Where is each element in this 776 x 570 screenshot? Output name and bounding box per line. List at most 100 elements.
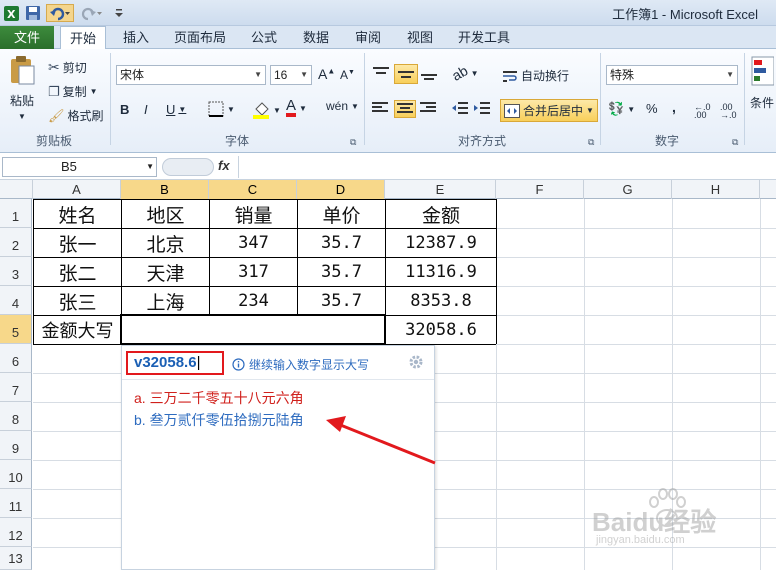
format-painter-button[interactable]: 🖌 格式刷 — [48, 107, 104, 124]
alignment-dialog-launcher[interactable]: ⧉ — [588, 137, 594, 148]
font-name-select[interactable]: 宋体 ▼ — [116, 65, 266, 85]
align-right-button[interactable] — [420, 101, 436, 115]
cell-c2[interactable]: 347 — [210, 229, 297, 257]
phonetic-button[interactable]: wén ▼ — [326, 99, 359, 113]
column-header-i[interactable] — [760, 180, 776, 199]
cell-e3[interactable]: 11316.9 — [386, 258, 496, 286]
conditional-format-button[interactable]: 条件 — [750, 55, 774, 111]
cell-c4[interactable]: 234 — [210, 287, 297, 315]
tab-review[interactable]: 审阅 — [348, 26, 388, 49]
align-bottom-button[interactable] — [420, 65, 438, 81]
row-header-13[interactable]: 13 — [0, 547, 32, 570]
cell-b3[interactable]: 天津 — [122, 258, 209, 286]
cell-e4[interactable]: 8353.8 — [386, 287, 496, 315]
column-header-c[interactable]: C — [209, 180, 297, 199]
bold-button[interactable]: B — [120, 102, 129, 117]
tab-insert[interactable]: 插入 — [116, 26, 156, 49]
percent-button[interactable]: % — [646, 101, 658, 116]
align-middle-button[interactable] — [394, 64, 418, 84]
column-header-f[interactable]: F — [496, 180, 584, 199]
shrink-font-button[interactable]: A▼ — [340, 68, 355, 82]
cell-a3[interactable]: 张二 — [34, 258, 121, 286]
grow-font-button[interactable]: A▲ — [318, 66, 335, 82]
row-header-8[interactable]: 8 — [0, 402, 32, 431]
tab-data[interactable]: 数据 — [296, 26, 336, 49]
cell-e5[interactable]: 32058.6 — [386, 316, 496, 344]
customize-toolbar-icon[interactable] — [110, 4, 128, 22]
fill-color-button[interactable]: ▼ — [252, 101, 281, 119]
cell-b4[interactable]: 上海 — [122, 287, 209, 315]
cell-d4[interactable]: 35.7 — [298, 287, 385, 315]
column-header-b[interactable]: B — [121, 180, 209, 199]
save-icon[interactable] — [24, 4, 42, 22]
cell-c3[interactable]: 317 — [210, 258, 297, 286]
tab-home[interactable]: 开始 — [60, 26, 106, 50]
tab-page-layout[interactable]: 页面布局 — [166, 26, 234, 49]
row-header-12[interactable]: 12 — [0, 518, 32, 547]
row-header-6[interactable]: 6 — [0, 344, 32, 373]
accounting-format-button[interactable]: 💱 ▼ — [608, 101, 635, 117]
cell-b2[interactable]: 北京 — [122, 229, 209, 257]
increase-decimal-button[interactable]: ←.0.00 — [694, 103, 711, 120]
column-header-d[interactable]: D — [297, 180, 385, 199]
tab-developer[interactable]: 开发工具 — [452, 26, 516, 49]
cut-button[interactable]: ✂ 剪切 — [48, 59, 87, 76]
cell-d1[interactable]: 单价 — [298, 200, 385, 228]
align-center-button[interactable] — [394, 100, 416, 118]
row-header-5[interactable]: 5 — [0, 315, 32, 344]
row-header-2[interactable]: 2 — [0, 228, 32, 257]
font-size-select[interactable]: 16 ▼ — [270, 65, 312, 85]
formula-input[interactable] — [238, 156, 776, 178]
row-header-7[interactable]: 7 — [0, 373, 32, 402]
formula-bar-splitter[interactable] — [162, 158, 214, 176]
undo-icon[interactable] — [46, 4, 74, 22]
merge-center-button[interactable]: 合并后居中 ▼ — [500, 99, 598, 122]
cell-a2[interactable]: 张一 — [34, 229, 121, 257]
row-header-4[interactable]: 4 — [0, 286, 32, 315]
row-header-1[interactable]: 1 — [0, 199, 32, 228]
wrap-text-button[interactable]: 自动换行 — [502, 67, 569, 84]
cell-a1[interactable]: 姓名 — [34, 200, 121, 228]
increase-indent-button[interactable] — [474, 101, 490, 115]
row-header-11[interactable]: 11 — [0, 489, 32, 518]
column-header-a[interactable]: A — [33, 180, 121, 199]
ime-candidate-b[interactable]: b. 叁万贰仟零伍拾捌元陆角 — [134, 410, 304, 430]
cell-e2[interactable]: 12387.9 — [386, 229, 496, 257]
column-header-h[interactable]: H — [672, 180, 760, 199]
insert-function-icon[interactable]: fx — [218, 158, 230, 173]
font-color-button[interactable]: A ▼ — [286, 98, 307, 117]
font-dialog-launcher[interactable]: ⧉ — [350, 137, 356, 148]
decrease-indent-button[interactable] — [452, 101, 468, 115]
italic-button[interactable]: I — [144, 102, 148, 117]
number-dialog-launcher[interactable]: ⧉ — [732, 137, 738, 148]
cell-d2[interactable]: 35.7 — [298, 229, 385, 257]
row-header-10[interactable]: 10 — [0, 460, 32, 489]
name-box[interactable]: B5 ▼ — [2, 157, 157, 177]
column-header-e[interactable]: E — [385, 180, 496, 199]
cell-c1[interactable]: 销量 — [210, 200, 297, 228]
paste-button[interactable]: 粘贴 ▼ — [6, 55, 38, 121]
comma-style-button[interactable]: , — [672, 99, 676, 115]
row-header-3[interactable]: 3 — [0, 257, 32, 286]
number-format-select[interactable]: 特殊 ▼ — [606, 65, 738, 85]
column-header-g[interactable]: G — [584, 180, 672, 199]
cell-b1[interactable]: 地区 — [122, 200, 209, 228]
tab-formulas[interactable]: 公式 — [244, 26, 284, 49]
ime-input-field[interactable]: v32058.6| — [126, 351, 224, 375]
copy-button[interactable]: ❐ 复制 ▼ — [48, 83, 98, 100]
decrease-decimal-button[interactable]: .00 →.0 — [720, 103, 737, 120]
cell-d3[interactable]: 35.7 — [298, 258, 385, 286]
cell-a5[interactable]: 金额大写 — [34, 316, 121, 344]
select-all-corner[interactable] — [0, 180, 33, 199]
tab-file[interactable]: 文件 — [0, 26, 54, 49]
cell-a4[interactable]: 张三 — [34, 287, 121, 315]
orientation-button[interactable]: ab ▼ — [449, 62, 478, 84]
cell-b5-merged-selected[interactable] — [120, 314, 386, 345]
align-left-button[interactable] — [372, 101, 388, 115]
tab-view[interactable]: 视图 — [400, 26, 440, 49]
redo-icon[interactable] — [78, 4, 106, 22]
borders-button[interactable]: ▼ — [208, 101, 235, 117]
underline-button[interactable]: U ▼ — [166, 102, 186, 117]
cell-e1[interactable]: 金额 — [386, 200, 496, 228]
ime-candidate-a[interactable]: a. 三万二千零五十八元六角 — [134, 388, 304, 408]
